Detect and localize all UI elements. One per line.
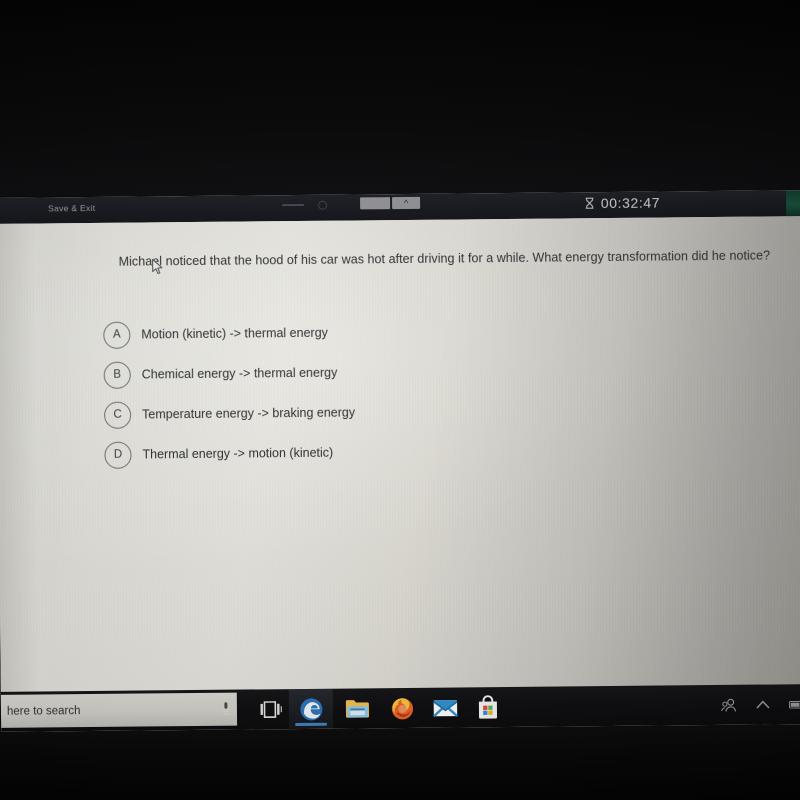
file-explorer-icon[interactable] [343,694,371,722]
choice-bubble-d[interactable]: D [104,441,132,469]
choice-label-b[interactable]: Chemical energy -> thermal energy [142,366,338,382]
system-tray [721,684,800,725]
exam-timer: 00:32:47 [585,195,660,212]
choice-bubble-c[interactable]: C [103,401,132,429]
chevron-up-icon[interactable] [755,696,771,712]
timer-value: 00:32:47 [600,194,661,212]
screen-light-falloff [0,223,57,706]
choice-label-d[interactable]: Thermal energy -> motion (kinetic) [142,446,333,462]
browser-button-fragment[interactable] [360,197,391,210]
edge-active-indicator [295,722,328,726]
answer-choice-b[interactable]: B Chemical energy -> thermal energy [103,349,744,395]
photo-surround-top [0,0,800,196]
choice-bubble-b[interactable]: B [103,361,131,389]
firefox-icon[interactable] [388,694,416,722]
laptop-screen-photo: ^ Save & Exit 00:32:47 Michael noticed t… [0,0,800,800]
choice-label-a[interactable]: Motion (kinetic) -> thermal energy [141,326,328,342]
save-and-exit-button[interactable]: Save & Exit [48,203,95,213]
question-text: Michael noticed that the hood of his car… [118,248,771,269]
answer-choice-a[interactable]: A Motion (kinetic) -> thermal energy [103,309,743,355]
browser-chrome-fragment [282,203,305,207]
browser-expand-button[interactable]: ^ [392,196,421,210]
microphone-icon[interactable] [220,701,232,717]
choice-label-c[interactable]: Temperature energy -> braking energy [142,405,355,421]
windows-taskbar: here to search [0,684,800,732]
hourglass-icon [585,197,594,209]
browser-reload-icon[interactable] [318,200,328,210]
search-input[interactable]: here to search [0,692,238,728]
mail-icon[interactable] [431,693,459,721]
header-green-accent [785,190,800,217]
microsoft-store-icon[interactable] [474,693,502,721]
answer-choice-d[interactable]: D Thermal energy -> motion (kinetic) [104,429,744,475]
battery-icon[interactable] [788,696,800,712]
search-placeholder: here to search [6,704,81,718]
answer-choices-list: A Motion (kinetic) -> thermal energy B C… [103,309,745,475]
people-icon[interactable] [721,697,737,713]
photo-surround-bottom [0,724,800,800]
exam-content-area: Michael noticed that the hood of his car… [0,216,800,706]
task-view-icon[interactable] [257,695,285,723]
laptop-screen: ^ Save & Exit 00:32:47 Michael noticed t… [0,190,800,732]
choice-bubble-a[interactable]: A [103,321,131,349]
answer-choice-c[interactable]: C Temperature energy -> braking energy [103,389,744,435]
